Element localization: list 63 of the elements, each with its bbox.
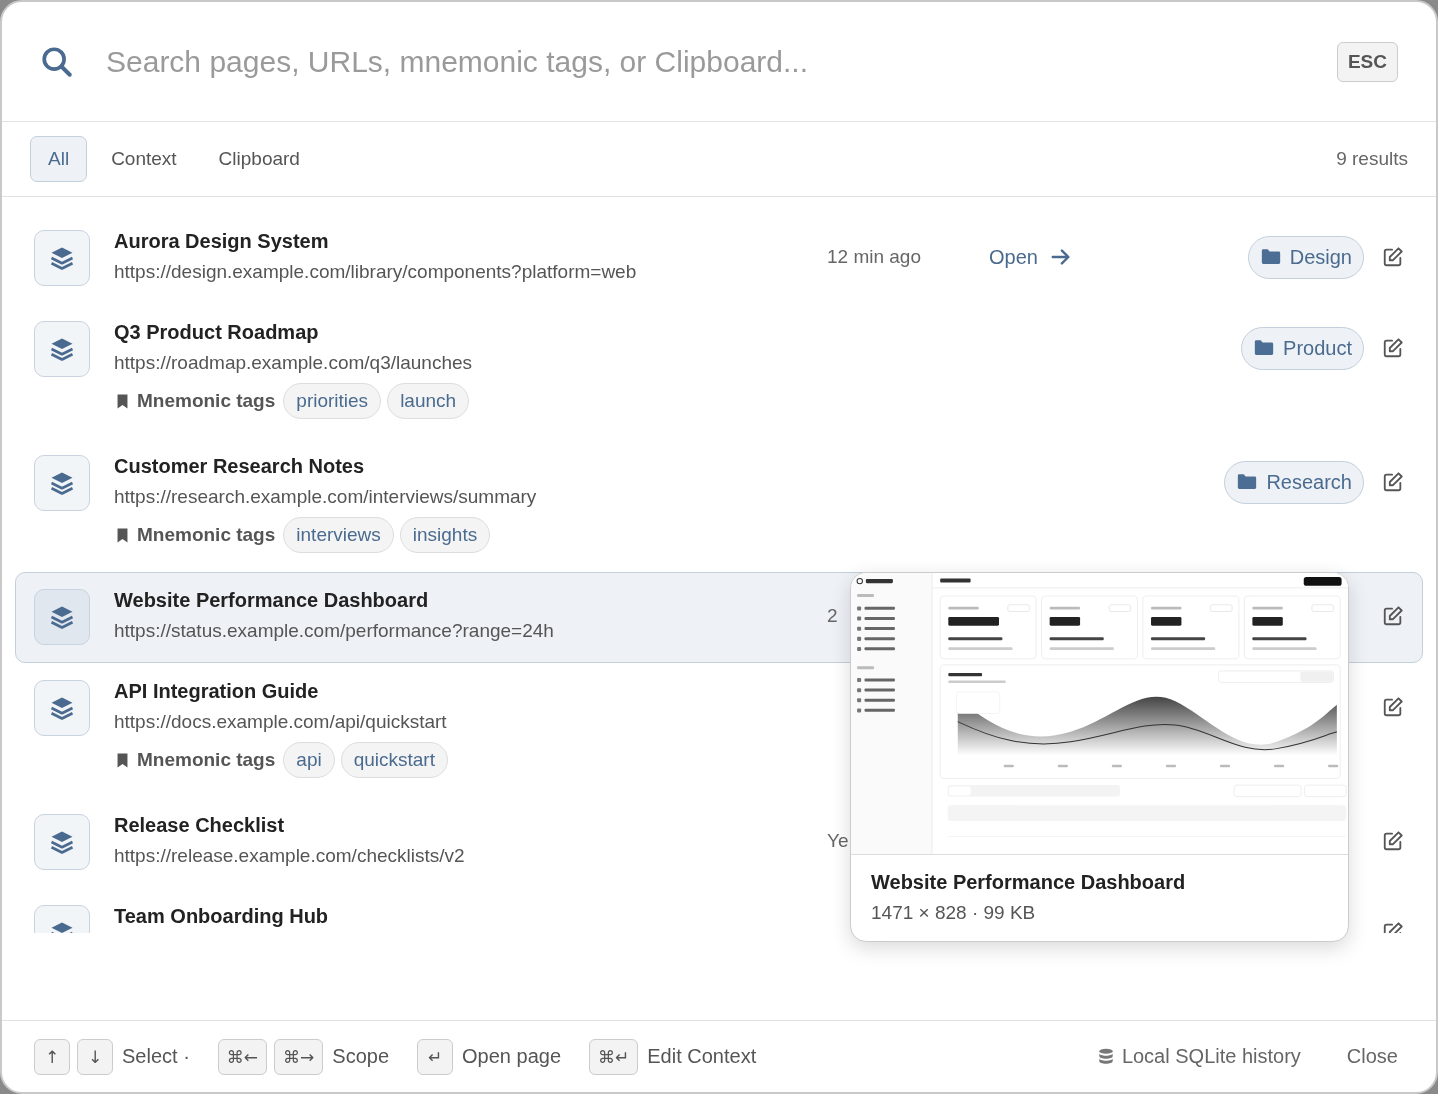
key-cap: ↵ [417, 1038, 454, 1075]
edit-icon[interactable] [1382, 337, 1404, 359]
mnemonic-tag[interactable]: priorities [283, 383, 382, 419]
esc-key[interactable]: ESC [1336, 41, 1398, 82]
timestamp: 2 [827, 605, 838, 627]
mnemonic-tag[interactable]: launch [387, 383, 470, 419]
result-url: https://research.example.com/interviews/summary [114, 485, 538, 509]
folder-tag[interactable]: Design [1247, 235, 1364, 279]
key-cap: ⌘↵ [589, 1038, 639, 1075]
hint-label: Select · [122, 1045, 190, 1068]
mnemonic-label: Mnemonic tags [137, 390, 276, 412]
search-field[interactable]: Search pages, URLs, mnemonic tags, or Clipboard... [104, 43, 1337, 80]
arrow-icon [1049, 246, 1072, 268]
hint-label: Open page [462, 1045, 561, 1068]
result-title: Q3 Product Roadmap [114, 320, 320, 345]
result-title: Customer Research Notes [114, 454, 366, 479]
mnemonic-tag[interactable]: api [283, 742, 335, 778]
timestamp: Ye [827, 830, 849, 852]
key-cap: ⌘→ [274, 1038, 324, 1075]
page-icon [34, 455, 90, 511]
mnemonic-label: Mnemonic tags [137, 749, 276, 771]
mnemonic-tag[interactable]: interviews [283, 517, 394, 553]
key-cap: ⌘← [217, 1038, 268, 1075]
result-title: Website Performance Dashboard [114, 588, 430, 613]
result-url: https://roadmap.example.com/q3/launches [114, 351, 474, 375]
filter-tab[interactable]: Context [93, 136, 195, 182]
key-cap: ↑ [34, 1038, 70, 1075]
result-title: Aurora Design System [114, 229, 330, 254]
edit-icon[interactable] [1382, 246, 1404, 268]
edit-icon[interactable] [1382, 830, 1404, 852]
edit-icon[interactable] [1382, 471, 1404, 493]
mnemonic-tag[interactable]: quickstart [340, 742, 448, 778]
result-url: https://docs.example.com/api/quickstart [114, 710, 448, 734]
mnemonic-label: Mnemonic tags [137, 524, 276, 546]
page-icon [34, 680, 90, 736]
page-icon [34, 589, 90, 645]
search-icon [40, 44, 74, 79]
key-cap: ↓ [77, 1038, 113, 1075]
edit-icon[interactable] [1382, 605, 1404, 627]
result-count: 9 results [1336, 148, 1408, 170]
open-link[interactable]: Open [989, 245, 1072, 269]
hint-label: Scope [332, 1045, 390, 1068]
page-icon [34, 814, 90, 870]
preview-title: Website Performance Dashboard [871, 871, 1187, 894]
page-icon [34, 230, 90, 286]
result-url: https://design.example.com/library/components?platform=web [114, 260, 638, 284]
hint-label: Edit Context [647, 1045, 757, 1068]
result-title: API Integration Guide [114, 679, 320, 704]
close-button[interactable]: Close [1340, 1044, 1404, 1069]
folder-tag[interactable]: Product [1241, 326, 1364, 370]
filter-tab[interactable]: Clipboard [200, 136, 318, 182]
result-title: Release Checklist [114, 813, 286, 838]
filter-tab[interactable]: All [30, 136, 88, 182]
preview-meta: 1471 × 828 · 99 KB [871, 902, 1037, 924]
page-icon [34, 321, 90, 377]
storage-label: Local SQLite history [1121, 1045, 1301, 1068]
edit-icon[interactable] [1382, 696, 1404, 718]
result-url: https://release.example.com/checklists/v2 [114, 844, 466, 868]
result-title: Team Onboarding Hub [114, 904, 330, 929]
result-url: https://status.example.com/performance?range=24h [114, 619, 555, 643]
folder-tag[interactable]: Research [1224, 460, 1364, 504]
mnemonic-tag[interactable]: insights [399, 517, 491, 553]
timestamp: 12 min ago [827, 246, 921, 268]
